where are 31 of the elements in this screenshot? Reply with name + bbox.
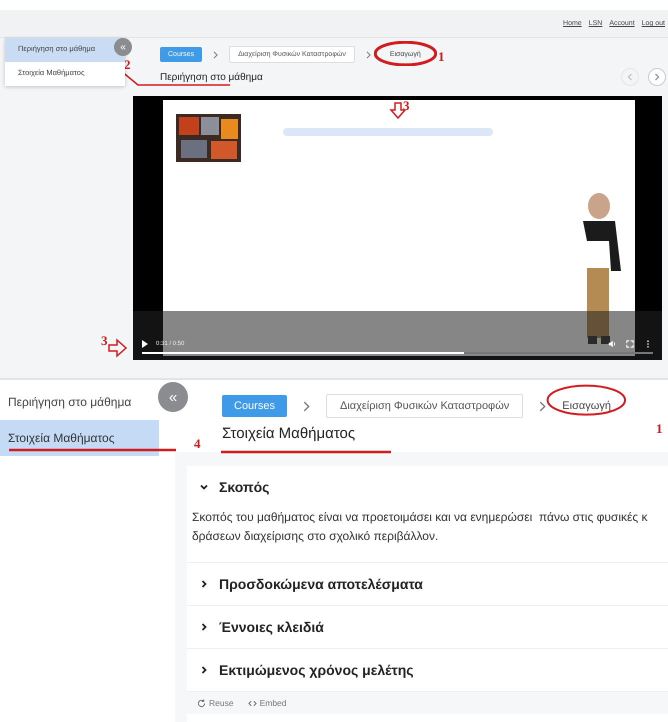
sidebar-item[interactable]: Στοιχεία Μαθήματος (0, 420, 159, 456)
annotation-arrow (108, 338, 128, 358)
chevron-down-icon (199, 482, 209, 492)
accordion-header[interactable]: Προσδοκώμενα αποτελέσματα (187, 563, 668, 605)
chevron-right-icon (302, 400, 310, 412)
annotation-number: 1 (656, 422, 662, 435)
chevron-right-icon (199, 579, 209, 589)
annotation-arrow (389, 102, 407, 120)
section-text: Σκοπός του μαθήματος είναι να προετοιμάσει και να ενημερώσει πάνω στις φυσικές κ δράσεων διαχείρισης στο σχολικό περιβάλλον. (191, 509, 648, 545)
volume-icon[interactable] (608, 340, 616, 348)
next-button[interactable] (648, 68, 666, 86)
play-icon[interactable] (141, 340, 149, 348)
annotation-number: 4 (194, 437, 200, 450)
accordion-header[interactable]: Έννοιες κλειδιά (187, 606, 668, 648)
fullscreen-icon[interactable] (626, 340, 634, 348)
chevron-right-icon (539, 400, 546, 412)
code-icon (248, 698, 257, 708)
more-icon[interactable] (644, 340, 652, 348)
page-title: Στοιχεία Μαθήματος (222, 425, 356, 442)
annotation-number: 1 (438, 50, 444, 63)
refresh-icon (197, 698, 206, 708)
breadcrumb-link[interactable]: Διαχείριση Φυσικών Καταστροφών (326, 394, 524, 418)
chevron-right-icon (199, 665, 209, 675)
accordion-header[interactable]: Σκοπός (187, 466, 668, 508)
embed-button[interactable]: Embed (248, 698, 287, 708)
sidebar-item[interactable]: Περιήγηση στο μάθημα (0, 384, 159, 420)
chevron-right-icon (366, 50, 371, 58)
annotation-number: 3 (101, 334, 108, 347)
accordion-header[interactable]: Εκτιμώμενος χρόνος μελέτης (187, 649, 668, 691)
reuse-button[interactable]: Reuse (197, 698, 234, 708)
chevron-right-icon (199, 622, 209, 632)
